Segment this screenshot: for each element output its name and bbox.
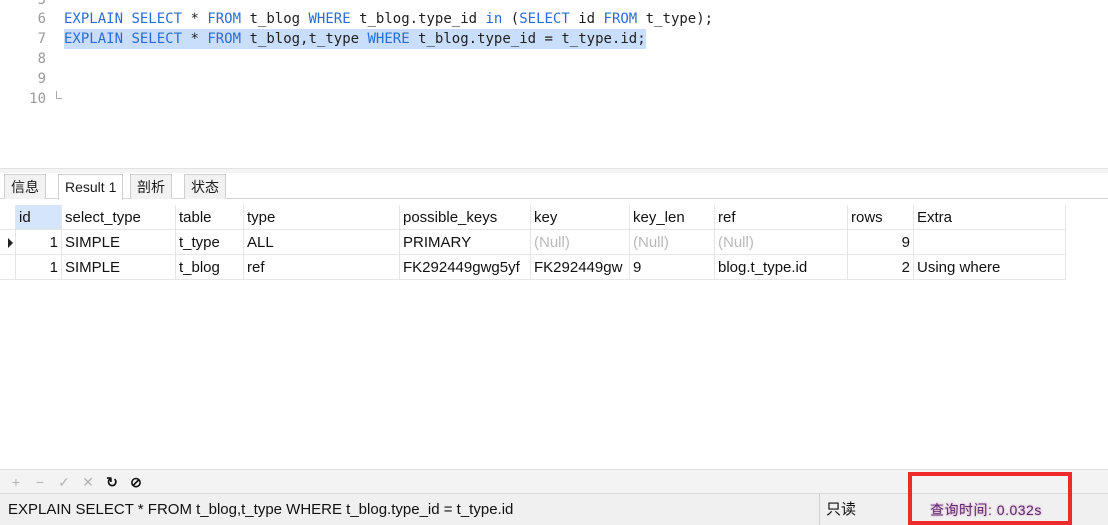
tab-status[interactable]: 状态 [184,174,226,199]
row-selector[interactable] [0,230,16,255]
sql-text: t_type); [637,11,714,27]
sql-editor[interactable]: 5 6 EXPLAIN SELECT * FROM t_blog WHERE t_b… [0,0,1108,168]
row-selector[interactable] [0,255,16,280]
column-header-key-len[interactable]: key_len [630,205,715,230]
status-readonly-label: 只读 [826,501,857,518]
sql-keyword: SELECT [519,11,570,27]
code-line-selected[interactable]: EXPLAIN SELECT * FROM t_blog,t_type WHER… [64,29,646,49]
sql-keyword: EXPLAIN [64,11,124,27]
tab-result-1[interactable]: Result 1 [58,174,124,200]
sql-keyword: in [485,11,503,27]
line-number: 8 [37,51,46,67]
cell-key-len[interactable]: (Null) [630,230,715,255]
grid-header-row: id select_type table type possible_keys key ke… [0,205,1066,230]
tab-info[interactable]: 信息 [4,174,46,199]
table-row[interactable]: 1 SIMPLE t_blog ref FK292449gwg5yf FK292449gw… [0,255,1066,280]
cell-rows[interactable]: 2 [848,255,914,280]
sql-text: t_blog.type_id [350,11,486,27]
cell-ref[interactable]: (Null) [715,230,848,255]
fold-marker [56,91,62,99]
column-header-ref[interactable]: ref [715,205,848,230]
sql-keyword: FROM [207,11,242,27]
sql-keyword: FROM [603,11,638,27]
column-header-Extra[interactable]: Extra [914,205,1066,230]
sql-keyword: SELECT [131,31,183,47]
column-header-select-type[interactable]: select_type [62,205,176,230]
cell-possible-keys[interactable]: PRIMARY [400,230,531,255]
cell-rows[interactable]: 9 [848,230,914,255]
cell-Extra[interactable]: Using where [914,255,1066,280]
sql-keyword: SELECT [131,11,183,27]
refresh-icon[interactable]: ↻ [104,472,120,492]
cell-table[interactable]: t_type [176,230,244,255]
column-header-table[interactable]: table [176,205,244,230]
cell-id[interactable]: 1 [16,255,62,280]
cell-type[interactable]: ref [244,255,400,280]
apply-icon[interactable]: ✓ [56,472,72,492]
stop-icon[interactable]: ⊘ [128,472,144,492]
line-number: 6 [37,11,46,27]
line-number: 10 [29,91,46,107]
sql-text: t_blog [241,11,309,27]
sql-text: id [569,11,604,27]
code-line[interactable]: EXPLAIN SELECT * FROM t_blog WHERE t_blo… [64,9,713,29]
cell-key[interactable]: FK292449gw [531,255,630,280]
row-selector [0,205,16,230]
current-row-arrow-icon [8,238,13,248]
sql-keyword: EXPLAIN [64,31,124,47]
cell-key-len[interactable]: 9 [630,255,715,280]
remove-icon[interactable]: − [32,472,48,492]
status-query-text: EXPLAIN SELECT * FROM t_blog,t_type WHER… [8,494,820,525]
cell-key[interactable]: (Null) [531,230,630,255]
sql-keyword: WHERE [308,11,351,27]
cell-possible-keys[interactable]: FK292449gwg5yf [400,255,531,280]
sql-text: * [182,31,208,47]
line-number: 7 [37,31,46,47]
sql-text: * [182,11,208,27]
column-header-id[interactable]: id [16,205,62,230]
line-number: 9 [37,71,46,87]
cell-type[interactable]: ALL [244,230,400,255]
cell-id[interactable]: 1 [16,230,62,255]
cell-select-type[interactable]: SIMPLE [62,255,176,280]
cell-ref[interactable]: blog.t_type.id [715,255,848,280]
sql-text: t_blog,t_type [241,31,368,47]
sql-keyword: FROM [207,31,242,47]
result-tabs: 信息 Result 1 剖析 状态 [0,173,1108,200]
table-row[interactable]: 1 SIMPLE t_type ALL PRIMARY (Null) (Null) (Null… [0,230,1066,255]
cell-Extra[interactable] [914,230,1066,255]
sql-text: ( [502,11,520,27]
status-query-time-highlight: 查询时间: 0.032s [908,472,1072,525]
sql-text: t_blog.type_id = t_type.id; [409,31,646,47]
cell-select-type[interactable]: SIMPLE [62,230,176,255]
column-header-type[interactable]: type [244,205,400,230]
cell-table[interactable]: t_blog [176,255,244,280]
column-header-key[interactable]: key [531,205,630,230]
column-header-possible-keys[interactable]: possible_keys [400,205,531,230]
tab-profile[interactable]: 剖析 [130,174,172,199]
sql-keyword: WHERE [367,31,410,47]
add-icon[interactable]: + [8,472,24,492]
status-query-time: 查询时间: 0.032s [930,502,1042,518]
discard-icon[interactable]: ✕ [80,472,96,492]
column-header-rows[interactable]: rows [848,205,914,230]
